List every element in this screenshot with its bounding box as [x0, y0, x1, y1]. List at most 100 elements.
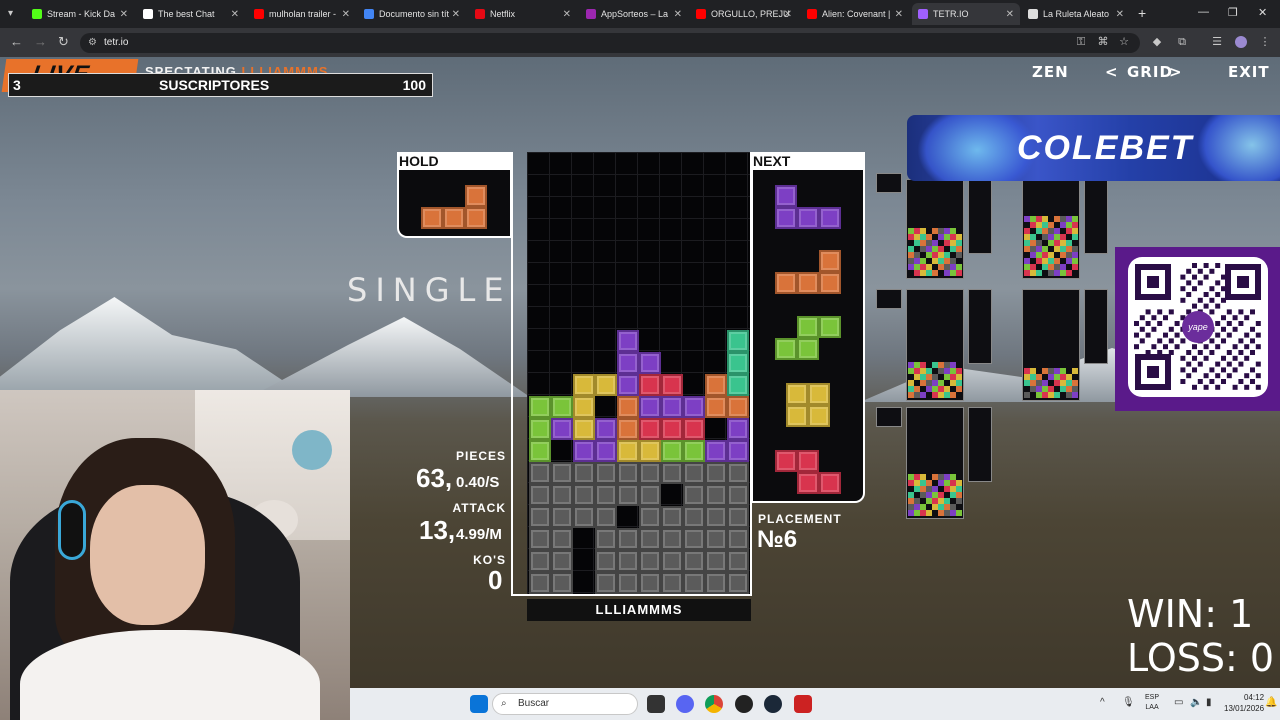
subs-goal: 100 — [402, 77, 426, 93]
forward-arrow-icon[interactable]: → — [34, 35, 47, 49]
qr-panel: yape — [1115, 247, 1280, 411]
menu-kebab-icon[interactable]: ⋮ — [1259, 36, 1271, 48]
board-mino — [661, 440, 683, 462]
browser-tab[interactable]: Alien: Covenant | ✕ — [801, 3, 909, 25]
opponent-mino — [1036, 270, 1042, 276]
opponent-mino — [1072, 264, 1078, 270]
minimize-button[interactable]: — — [1198, 6, 1209, 18]
next-mino — [808, 405, 830, 427]
line-clear-text: SINGLE — [347, 271, 512, 309]
tray-chevron-icon[interactable]: ^ — [1100, 697, 1105, 708]
browser-tab[interactable]: mulholan trailer - ✕ — [248, 3, 356, 25]
browser-tab[interactable]: The best Chat ✕ — [137, 3, 245, 25]
tab-close-icon[interactable]: ✕ — [452, 9, 460, 20]
pieces-label: PIECES — [455, 449, 506, 463]
garbage-block — [705, 484, 727, 506]
site-info-icon[interactable]: ⚙ — [88, 33, 97, 53]
tab-close-icon[interactable]: ✕ — [895, 9, 903, 20]
profile-avatar[interactable] — [1235, 36, 1247, 48]
app-icon[interactable] — [794, 695, 812, 713]
next-mino — [786, 383, 808, 405]
browser-tab[interactable]: AppSorteos – La ✕ — [580, 3, 688, 25]
opponent-board[interactable] — [906, 289, 964, 401]
browser-tab[interactable]: TETR.IO ✕ — [912, 3, 1020, 25]
tab-close-icon[interactable]: ✕ — [231, 9, 239, 20]
garbage-block — [661, 550, 683, 572]
opponent-board[interactable] — [1022, 179, 1080, 279]
garbage-block — [661, 462, 683, 484]
browser-tab[interactable]: Stream - Kick Da ✕ — [26, 3, 134, 25]
grid-prev-button[interactable]: < — [1105, 63, 1119, 81]
board-mino — [617, 352, 639, 374]
translate-icon[interactable]: ⌘ — [1097, 36, 1109, 48]
opponent-mino — [1024, 392, 1030, 398]
lang-top: ESP — [1145, 694, 1160, 701]
garbage-block — [639, 528, 661, 550]
tab-search-icon[interactable]: ▾ — [8, 8, 13, 19]
tab-close-icon[interactable]: ✕ — [120, 9, 128, 20]
tab-close-icon[interactable]: ✕ — [1006, 9, 1014, 20]
tab-favicon-icon — [696, 9, 706, 19]
task-view-icon[interactable] — [647, 695, 665, 713]
extensions-puzzle-icon[interactable]: ⧉ — [1176, 36, 1188, 48]
garbage-block — [617, 484, 639, 506]
browser-tab[interactable]: La Ruleta Aleato ✕ — [1022, 3, 1130, 25]
microphone-icon[interactable]: 🎙 — [1122, 697, 1135, 708]
browser-tab-bar: ▾ Stream - Kick Da ✕ The best Chat ✕ mulhola… — [0, 0, 1280, 28]
bookmark-star-icon[interactable]: ☆ — [1118, 36, 1130, 48]
clock[interactable]: 04:12 13/01/2026 — [1224, 692, 1264, 714]
browser-tab[interactable]: Documento sin tít ✕ — [358, 3, 466, 25]
board-mino — [529, 418, 551, 440]
discord-icon[interactable] — [676, 695, 694, 713]
board-mino — [639, 418, 661, 440]
board-mino — [661, 396, 683, 418]
chrome-icon[interactable] — [705, 695, 723, 713]
new-tab-button[interactable]: + — [1138, 5, 1146, 21]
garbage-block — [551, 528, 573, 550]
reload-icon[interactable]: ↻ — [58, 35, 69, 49]
url-field[interactable]: ⚙ tetr.io — [80, 33, 1140, 53]
grid-button[interactable]: GRID — [1127, 63, 1173, 81]
tab-label: mulholan trailer - — [269, 9, 337, 19]
extension-diamond-icon[interactable]: ◆ — [1151, 36, 1163, 48]
battery-icon[interactable]: ▮ — [1206, 697, 1212, 708]
opponent-board[interactable] — [906, 179, 964, 279]
close-window-button[interactable]: ✕ — [1258, 6, 1267, 19]
network-icon[interactable]: ▭ — [1174, 697, 1183, 708]
tab-close-icon[interactable]: ✕ — [784, 9, 792, 20]
start-windows-icon[interactable] — [470, 695, 488, 713]
windows-taskbar: ⌕ Buscar ^ 🎙 ESP LAA ▭ 🔈 ▮ 04:12 13/01/2… — [350, 688, 1280, 720]
back-arrow-icon[interactable]: ← — [10, 35, 23, 49]
language-indicator[interactable]: ESP LAA — [1145, 693, 1159, 713]
notification-bell-icon[interactable]: 🔔 — [1265, 697, 1277, 708]
garbage-block — [595, 506, 617, 528]
browser-tab[interactable]: Netflix ✕ — [469, 3, 577, 25]
exit-button[interactable]: EXIT — [1228, 63, 1270, 81]
address-bar: ← → ↻ ⚙ tetr.io ⚿ ⌘ ☆ ◆ ⧉ ☰ ⋮ — [0, 28, 1280, 57]
steam-icon[interactable] — [764, 695, 782, 713]
opponent-board[interactable] — [906, 407, 964, 519]
tab-close-icon[interactable]: ✕ — [674, 9, 682, 20]
password-key-icon[interactable]: ⚿ — [1075, 36, 1087, 48]
grid-next-button[interactable]: > — [1169, 63, 1183, 81]
zen-button[interactable]: ZEN — [1032, 63, 1069, 81]
tab-label: Alien: Covenant | — [822, 9, 891, 19]
person-face — [90, 485, 205, 625]
reading-list-icon[interactable]: ☰ — [1211, 36, 1223, 48]
obs-icon[interactable] — [735, 695, 753, 713]
garbage-block — [683, 572, 705, 594]
tab-close-icon[interactable]: ✕ — [1116, 9, 1124, 20]
tab-close-icon[interactable]: ✕ — [563, 9, 571, 20]
url-text: tetr.io — [104, 37, 129, 48]
volume-icon[interactable]: 🔈 — [1190, 697, 1202, 708]
maximize-button[interactable]: ❐ — [1228, 6, 1238, 19]
taskbar-search[interactable]: ⌕ Buscar — [492, 693, 638, 715]
board-mino — [617, 396, 639, 418]
opponent-board[interactable] — [1022, 289, 1080, 401]
board-frame-bottom — [511, 594, 752, 596]
tab-close-icon[interactable]: ✕ — [342, 9, 350, 20]
garbage-block — [727, 550, 749, 572]
opponent-mino — [1072, 234, 1078, 240]
browser-tab[interactable]: ORGULLO, PREJU ✕ — [690, 3, 798, 25]
next-mino — [797, 450, 819, 472]
